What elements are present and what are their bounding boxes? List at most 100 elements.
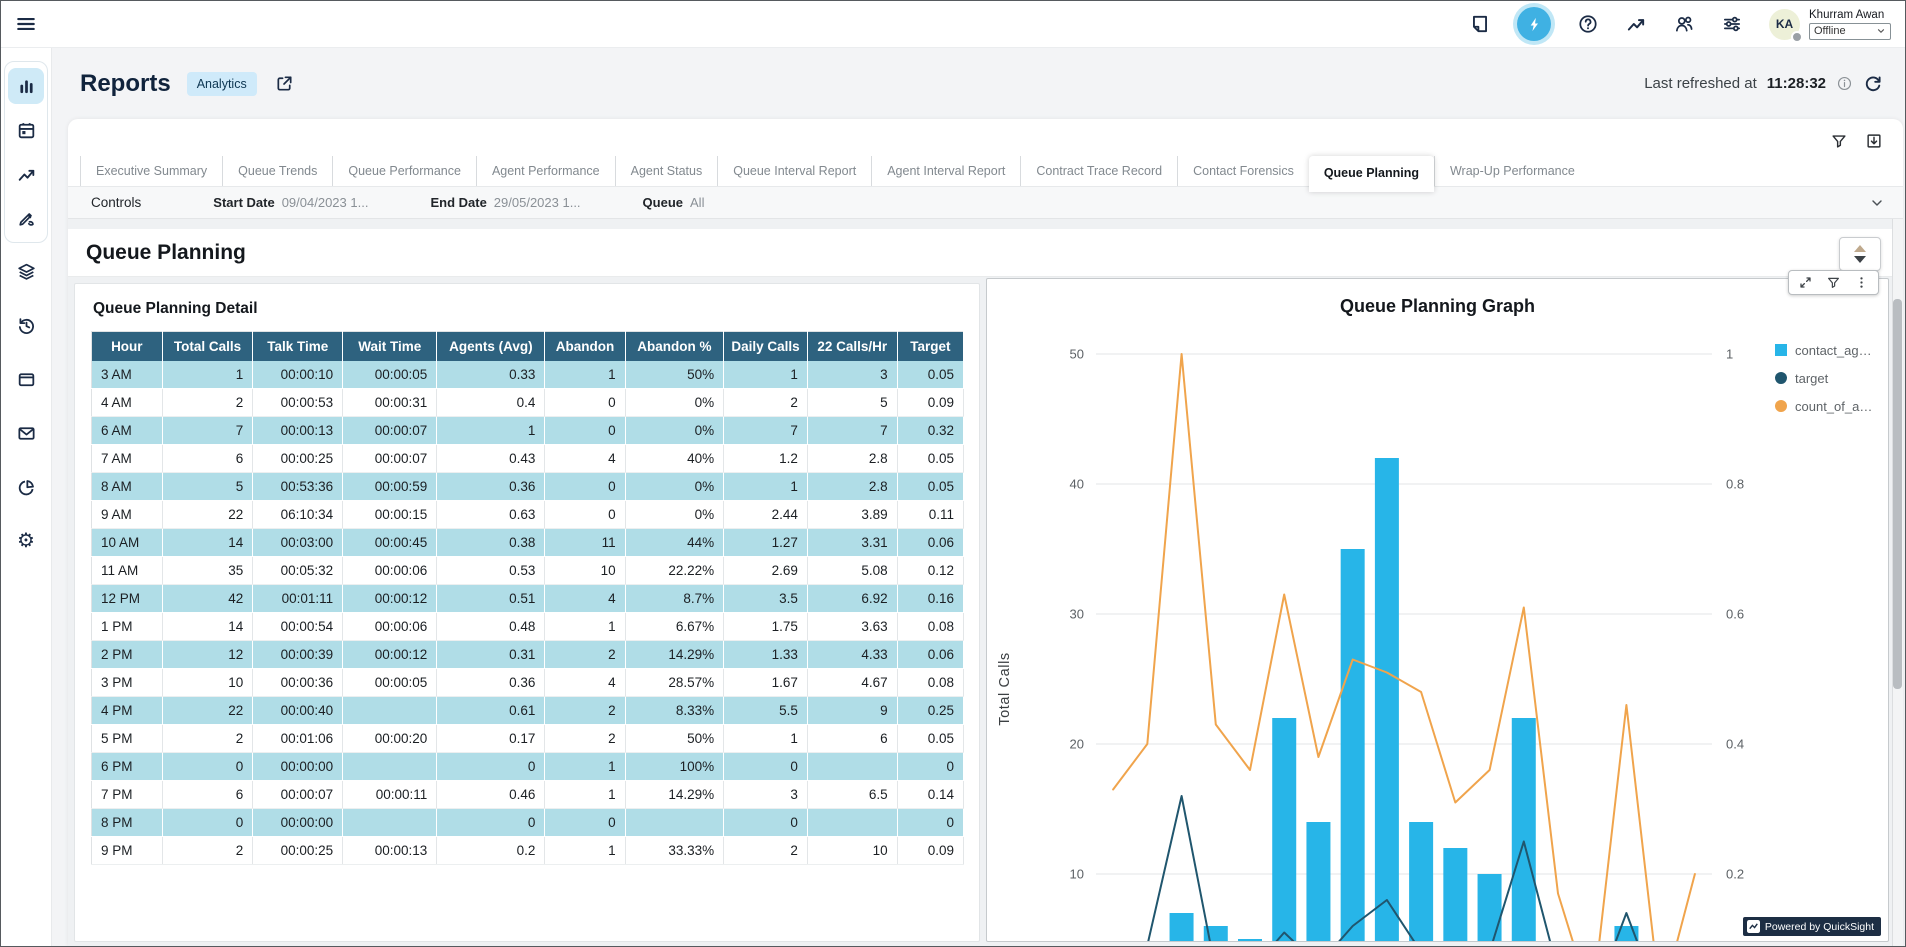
legend-item-count-of-a[interactable]: count_of_a… — [1775, 398, 1872, 414]
quicksight-logo-icon — [1747, 920, 1760, 933]
filter-icon[interactable] — [1830, 132, 1848, 150]
tab-agent-status[interactable]: Agent Status — [615, 156, 718, 186]
table-row[interactable]: 3 PM1000:00:3600:00:050.36428.57%1.674.6… — [92, 669, 964, 697]
panel-toolbar — [68, 119, 1903, 156]
tab-contact-forensics[interactable]: Contact Forensics — [1177, 156, 1309, 186]
tab-contract-trace-record[interactable]: Contract Trace Record — [1020, 156, 1177, 186]
sliders-icon[interactable] — [1721, 13, 1743, 35]
column-abandon[interactable]: Abandon % — [625, 332, 724, 361]
table-row[interactable]: 7 PM600:00:0700:00:110.46114.29%36.50.14 — [92, 781, 964, 809]
table-row[interactable]: 7 AM600:00:2500:00:070.43440%1.22.80.05 — [92, 445, 964, 473]
menu-icon[interactable] — [15, 13, 37, 35]
sidebar-item-window[interactable] — [8, 361, 44, 397]
table-row[interactable]: 5 PM200:01:0600:00:200.17250%160.05 — [92, 725, 964, 753]
maximize-icon[interactable] — [1798, 275, 1813, 290]
table-row[interactable]: 12 PM4200:01:1100:00:120.5148.7%3.56.920… — [92, 585, 964, 613]
external-link-icon[interactable] — [275, 74, 294, 93]
bar-2-pm[interactable] — [1443, 848, 1467, 942]
info-icon[interactable] — [1836, 75, 1853, 92]
column-talk-time[interactable]: Talk Time — [253, 332, 343, 361]
scroll-up-button[interactable] — [1854, 245, 1866, 252]
filter-end-date[interactable]: End Date29/05/2023 1... — [430, 195, 580, 210]
controls-collapse-icon[interactable] — [1869, 195, 1885, 211]
bar-8-am[interactable] — [1238, 939, 1262, 942]
help-icon[interactable] — [1577, 13, 1599, 35]
sidebar-rest: ⚙ — [8, 253, 44, 559]
table-row[interactable]: 4 PM2200:00:400.6128.33%5.590.25 — [92, 697, 964, 725]
legend-item-target[interactable]: target — [1775, 370, 1872, 386]
queue-planning-graph-card: Queue Planning Graph 100.2200.4300.6400.… — [986, 278, 1889, 942]
scrollbar-thumb[interactable] — [1893, 299, 1902, 689]
tab-queue-planning[interactable]: Queue Planning — [1309, 156, 1434, 192]
bar-11-am[interactable] — [1341, 549, 1365, 942]
tab-wrap-up-performance[interactable]: Wrap-Up Performance — [1434, 156, 1590, 186]
sidebar-item-bar-chart[interactable] — [8, 68, 44, 104]
sidebar-item-calendar[interactable] — [8, 112, 44, 148]
table-row[interactable]: 10 AM1400:03:0000:00:450.381144%1.273.31… — [92, 529, 964, 557]
column-agents-avg[interactable]: Agents (Avg) — [437, 332, 545, 361]
table-row[interactable]: 9 PM200:00:2500:00:130.2133.33%2100.09 — [92, 837, 964, 865]
line-chart-icon[interactable] — [1625, 13, 1647, 35]
tab-executive-summary[interactable]: Executive Summary — [80, 156, 222, 186]
filter-queue[interactable]: QueueAll — [643, 195, 705, 210]
tab-agent-interval-report[interactable]: Agent Interval Report — [871, 156, 1020, 186]
bar-3-pm[interactable] — [1478, 874, 1502, 942]
table-row[interactable]: 6 PM000:00:0001100%00 — [92, 753, 964, 781]
column-daily-calls[interactable]: Daily Calls — [724, 332, 808, 361]
column-target[interactable]: Target — [897, 332, 963, 361]
sidebar-item-design-tools[interactable] — [8, 200, 44, 236]
queue-planning-table: HourTotal CallsTalk TimeWait TimeAgents … — [91, 331, 964, 865]
svg-text:50: 50 — [1070, 347, 1084, 362]
tab-queue-performance[interactable]: Queue Performance — [332, 156, 476, 186]
pie-chart-icon — [16, 477, 37, 498]
filter-start-date[interactable]: Start Date09/04/2023 1... — [213, 195, 368, 210]
bar-4-pm[interactable] — [1512, 718, 1536, 942]
table-row[interactable]: 8 PM000:00:000000 — [92, 809, 964, 837]
tab-queue-interval-report[interactable]: Queue Interval Report — [717, 156, 871, 186]
bar-9-am[interactable] — [1272, 718, 1296, 942]
column-wait-time[interactable]: Wait Time — [343, 332, 437, 361]
sidebar-item-mail[interactable] — [8, 415, 44, 451]
table-row[interactable]: 3 AM100:00:1000:00:050.33150%130.05 — [92, 361, 964, 389]
chevron-down-icon — [1876, 26, 1886, 36]
table-row[interactable]: 4 AM200:00:5300:00:310.400%250.09 — [92, 389, 964, 417]
refresh-icon[interactable] — [1863, 74, 1883, 94]
sidebar-item-line-chart[interactable] — [8, 156, 44, 192]
sheet-scrollbar[interactable] — [1892, 219, 1903, 946]
visual-filter-icon[interactable] — [1826, 275, 1841, 290]
sidebar-item-history[interactable] — [8, 307, 44, 343]
table-header-row: HourTotal CallsTalk TimeWait TimeAgents … — [92, 332, 964, 361]
users-icon[interactable] — [1673, 13, 1695, 35]
avatar[interactable]: KA — [1769, 9, 1800, 40]
column-total-calls[interactable]: Total Calls — [162, 332, 253, 361]
table-row[interactable]: 11 AM3500:05:3200:00:060.531022.22%2.695… — [92, 557, 964, 585]
note-icon[interactable] — [1469, 13, 1491, 35]
export-icon[interactable] — [1865, 132, 1883, 150]
table-row[interactable]: 2 PM1200:00:3900:00:120.31214.29%1.334.3… — [92, 641, 964, 669]
table-row[interactable]: 8 AM500:53:3600:00:590.3600%12.80.05 — [92, 473, 964, 501]
legend-item-contact-ag[interactable]: contact_ag… — [1775, 342, 1872, 358]
flash-icon[interactable] — [1517, 7, 1551, 41]
sidebar-item-gear[interactable]: ⚙ — [8, 523, 44, 559]
bar-1-pm[interactable] — [1409, 822, 1433, 942]
layers-icon — [16, 261, 37, 282]
kebab-menu-icon[interactable] — [1854, 275, 1869, 290]
sidebar-item-layers[interactable] — [8, 253, 44, 289]
column-22-calls-hr[interactable]: 22 Calls/Hr — [807, 332, 897, 361]
table-row[interactable]: 6 AM700:00:1300:00:07100%770.32 — [92, 417, 964, 445]
sidebar-item-pie-chart[interactable] — [8, 469, 44, 505]
tab-agent-performance[interactable]: Agent Performance — [476, 156, 615, 186]
line-count-of-a[interactable] — [1113, 354, 1695, 942]
column-hour[interactable]: Hour — [92, 332, 163, 361]
column-abandon[interactable]: Abandon — [545, 332, 625, 361]
status-select[interactable]: Offline — [1809, 23, 1891, 40]
bar-12-pm[interactable] — [1375, 458, 1399, 942]
table-row[interactable]: 1 PM1400:00:5400:00:060.4816.67%1.753.63… — [92, 613, 964, 641]
bar-6-am[interactable] — [1170, 913, 1194, 942]
bar-10-am[interactable] — [1306, 822, 1330, 942]
scroll-down-button[interactable] — [1854, 256, 1866, 263]
table-row[interactable]: 9 AM2206:10:3400:00:150.6300%2.443.890.1… — [92, 501, 964, 529]
tab-queue-trends[interactable]: Queue Trends — [222, 156, 332, 186]
page-title: Reports — [80, 70, 171, 98]
queue-planning-chart: 100.2200.4300.6400.8501Total Calls — [987, 279, 1889, 942]
